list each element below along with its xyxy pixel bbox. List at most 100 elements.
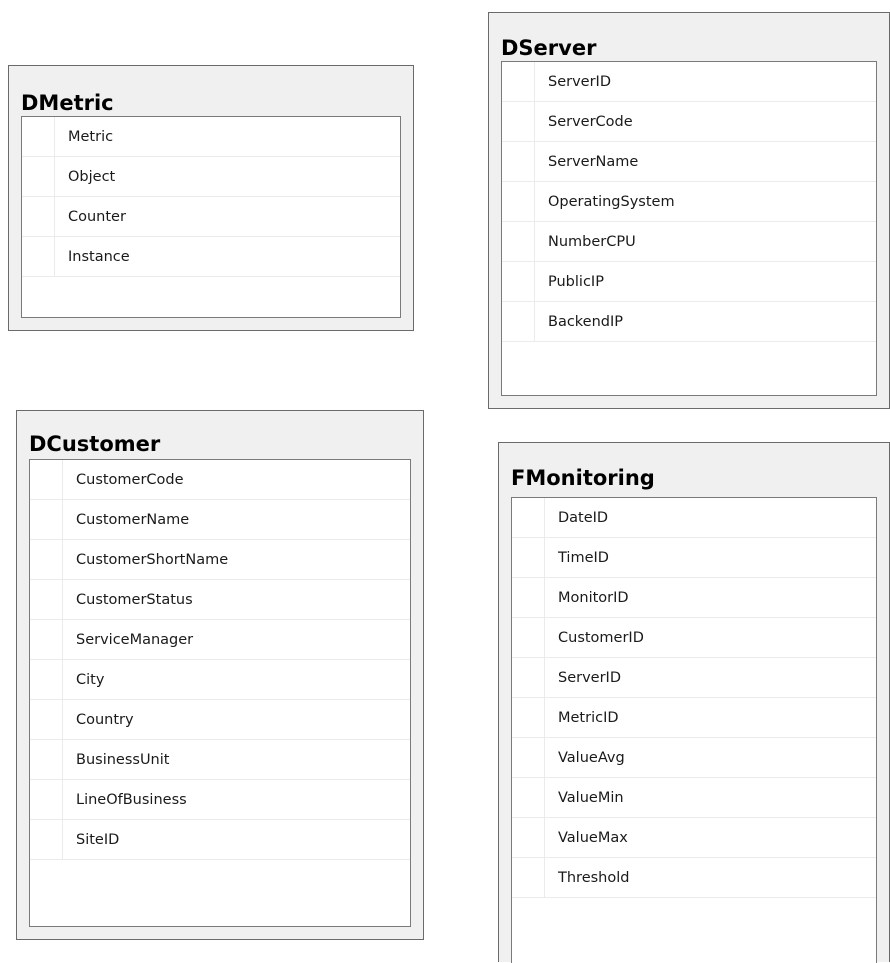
table-fmonitoring[interactable]: FMonitoring DateID TimeID MonitorID Custome… [498,442,890,963]
column-row[interactable]: ServiceManager [30,620,410,660]
column-name: ValueMax [558,829,628,846]
row-selector[interactable] [502,142,535,181]
table-dcustomer[interactable]: DCustomer CustomerCode CustomerName Custom… [16,410,424,940]
column-row[interactable]: ValueMin [512,778,876,818]
column-row[interactable]: TimeID [512,538,876,578]
column-name: CustomerStatus [76,591,193,608]
row-selector[interactable] [22,157,55,196]
row-selector[interactable] [512,858,545,897]
column-name: BusinessUnit [76,751,170,768]
row-selector[interactable] [512,498,545,537]
column-name: City [76,671,105,688]
column-name: Threshold [558,869,630,886]
column-row[interactable]: ServerName [502,142,876,182]
column-name: Metric [68,128,114,145]
row-selector[interactable] [512,538,545,577]
column-row[interactable]: SiteID [30,820,410,860]
column-row[interactable]: BusinessUnit [30,740,410,780]
row-selector[interactable] [30,540,63,579]
row-selector[interactable] [30,780,63,819]
row-selector[interactable] [512,618,545,657]
column-row[interactable]: CustomerName [30,500,410,540]
column-row[interactable]: CustomerID [512,618,876,658]
column-row[interactable]: ValueAvg [512,738,876,778]
table-dserver[interactable]: DServer ServerID ServerCode ServerName Oper… [488,12,890,409]
column-grid: DateID TimeID MonitorID CustomerID ServerID M… [511,497,877,963]
new-row-placeholder[interactable] [30,860,410,920]
column-row[interactable]: OperatingSystem [502,182,876,222]
column-row[interactable]: DateID [512,498,876,538]
column-name: ValueAvg [558,749,625,766]
column-name: MetricID [558,709,619,726]
row-selector[interactable] [512,658,545,697]
column-row[interactable]: MetricID [512,698,876,738]
row-selector[interactable] [502,222,535,261]
table-title: FMonitoring [511,466,655,490]
row-selector[interactable] [22,117,55,156]
column-name: NumberCPU [548,233,636,250]
column-name: MonitorID [558,589,629,606]
table-title: DCustomer [29,432,161,456]
column-row[interactable]: BackendIP [502,302,876,342]
column-row[interactable]: CustomerStatus [30,580,410,620]
row-selector[interactable] [30,820,63,859]
column-name: CustomerName [76,511,190,528]
column-row[interactable]: Object [22,157,400,197]
row-selector[interactable] [512,698,545,737]
row-selector[interactable] [30,500,63,539]
column-grid: ServerID ServerCode ServerName OperatingSys… [501,61,877,396]
column-row[interactable]: Counter [22,197,400,237]
table-dmetric[interactable]: DMetric Metric Object Counter Instance [8,65,414,331]
row-selector[interactable] [22,197,55,236]
column-name: SiteID [76,831,120,848]
row-selector[interactable] [22,237,55,276]
column-name: Country [76,711,134,728]
new-row-placeholder[interactable] [502,342,876,395]
column-name: OperatingSystem [548,193,675,210]
row-selector[interactable] [502,102,535,141]
column-name: LineOfBusiness [76,791,187,808]
row-selector[interactable] [30,660,63,699]
column-row[interactable]: CustomerCode [30,460,410,500]
column-row[interactable]: Metric [22,117,400,157]
column-row[interactable]: Threshold [512,858,876,898]
column-row[interactable]: NumberCPU [502,222,876,262]
row-selector[interactable] [30,580,63,619]
row-selector[interactable] [512,818,545,857]
column-grid: Metric Object Counter Instance [21,116,401,318]
row-selector[interactable] [30,700,63,739]
column-row[interactable]: LineOfBusiness [30,780,410,820]
row-selector[interactable] [502,62,535,101]
new-row-placeholder[interactable] [22,277,400,317]
column-row[interactable]: MonitorID [512,578,876,618]
column-row[interactable]: ServerID [502,62,876,102]
column-name: ServerID [558,669,621,686]
column-name: CustomerID [558,629,644,646]
row-selector[interactable] [512,578,545,617]
column-grid: CustomerCode CustomerName CustomerShortNam… [29,459,411,927]
column-row[interactable]: CustomerShortName [30,540,410,580]
column-row[interactable]: ServerID [512,658,876,698]
column-row[interactable]: PublicIP [502,262,876,302]
row-selector[interactable] [502,302,535,341]
column-row[interactable]: ValueMax [512,818,876,858]
column-name: PublicIP [548,273,604,290]
column-name: ServiceManager [76,631,194,648]
column-row[interactable]: Country [30,700,410,740]
row-selector[interactable] [30,620,63,659]
row-selector[interactable] [502,182,535,221]
row-selector[interactable] [502,262,535,301]
column-name: DateID [558,509,609,526]
row-selector[interactable] [30,740,63,779]
column-name: ValueMin [558,789,624,806]
table-title: DServer [501,36,597,60]
column-name: TimeID [558,549,609,566]
new-row-placeholder[interactable] [512,898,876,958]
column-row[interactable]: Instance [22,237,400,277]
row-selector[interactable] [30,460,63,499]
column-row[interactable]: ServerCode [502,102,876,142]
row-selector[interactable] [512,738,545,777]
column-row[interactable]: City [30,660,410,700]
column-name: ServerName [548,153,639,170]
row-selector[interactable] [512,778,545,817]
